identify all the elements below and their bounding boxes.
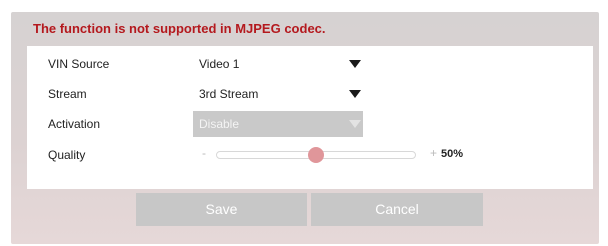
cancel-button[interactable]: Cancel [311,193,483,226]
stream-row: Stream 3rd Stream [27,81,593,107]
activation-value: Disable [199,117,240,131]
codec-settings-panel: The function is not supported in MJPEG c… [11,12,599,244]
quality-value: 50% [441,148,464,160]
quality-slider-thumb[interactable] [308,147,324,163]
quality-decrease[interactable]: - [202,146,206,160]
quality-increase[interactable]: + [430,146,437,160]
caret-down-icon [349,120,361,128]
stream-select[interactable]: 3rd Stream [193,81,363,107]
vin-source-select[interactable]: Video 1 [193,51,363,77]
settings-form: VIN Source Video 1 Stream 3rd Stream Act… [27,46,593,189]
activation-select[interactable]: Disable [193,111,363,137]
stream-label: Stream [48,87,87,101]
warning-message: The function is not supported in MJPEG c… [33,21,326,36]
stream-value: 3rd Stream [199,87,259,101]
vin-source-row: VIN Source Video 1 [27,51,593,77]
caret-down-icon [349,60,361,68]
quality-label: Quality [48,148,86,162]
save-button[interactable]: Save [136,193,307,226]
caret-down-icon [349,90,361,98]
vin-source-value: Video 1 [199,57,240,71]
activation-label: Activation [48,117,101,131]
vin-source-label: VIN Source [48,57,110,71]
quality-row: Quality - + 50% [27,142,593,168]
activation-row: Activation Disable [27,111,593,137]
quality-slider-track[interactable] [216,147,416,163]
